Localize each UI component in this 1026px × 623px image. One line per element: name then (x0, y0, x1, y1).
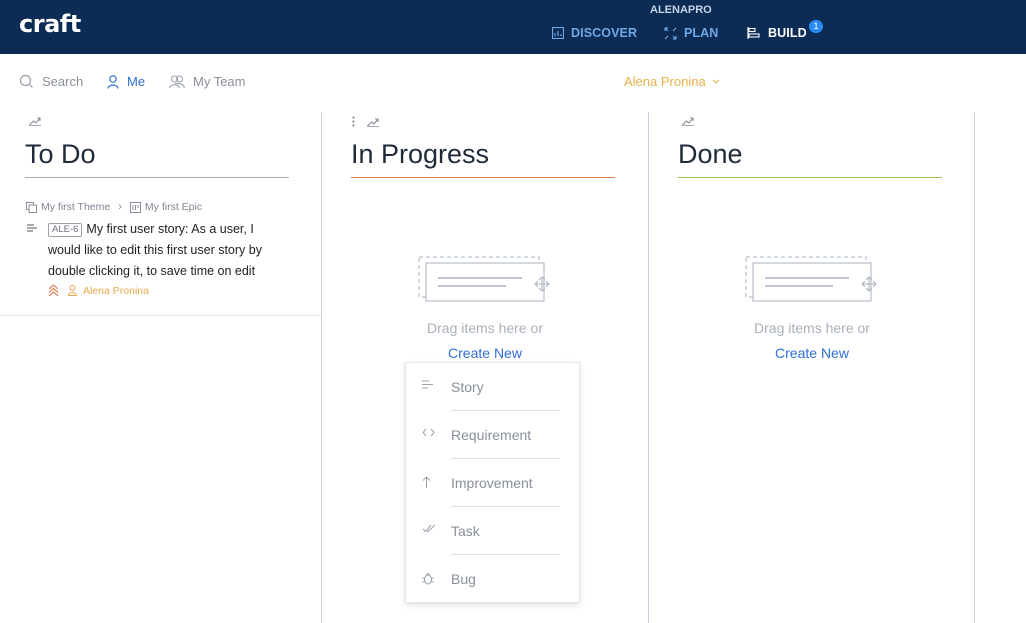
search-icon (19, 74, 33, 88)
story-id-tag: ALE-6 (48, 223, 83, 237)
dropdown-item-task[interactable]: Task (406, 507, 581, 555)
priority-high-icon (48, 284, 59, 296)
epic-icon (129, 201, 141, 213)
chevron-down-icon (712, 79, 720, 84)
story-card[interactable]: ALE-6 My first user story: As a user, I w… (48, 219, 288, 282)
drag-placeholder-icon (418, 256, 550, 302)
craft-logo[interactable]: craft (19, 10, 81, 38)
arrow-up-icon (422, 476, 431, 488)
todo-column-tools (29, 116, 41, 126)
nav-discover[interactable]: DISCOVER (552, 25, 637, 41)
column-divider (321, 112, 322, 623)
dropdown-item-bug[interactable]: Bug (406, 555, 581, 603)
story-type-icon (27, 224, 37, 232)
column-underline-inprogress (351, 177, 615, 178)
column-title-todo[interactable]: To Do (25, 139, 96, 170)
trend-icon[interactable] (29, 116, 41, 126)
team-icon (169, 74, 185, 88)
build-notification-badge: 1 (809, 20, 823, 33)
trend-icon[interactable] (367, 117, 379, 127)
dropdown-item-label: Improvement (451, 475, 533, 491)
dropdown-item-improvement[interactable]: Improvement (406, 459, 581, 507)
drag-placeholder-icon (745, 256, 877, 302)
card-epic-link[interactable]: My first Epic (145, 201, 202, 213)
user-icon (107, 74, 119, 89)
my-team-filter[interactable]: My Team (169, 74, 246, 89)
theme-icon (26, 201, 37, 213)
column-title-done[interactable]: Done (678, 139, 743, 170)
discover-icon (552, 27, 564, 39)
bug-icon (422, 572, 434, 585)
workspace-name[interactable]: ALENAPRO (650, 4, 712, 16)
my-team-label: My Team (193, 74, 246, 89)
drag-hint-text: Drag items here or (427, 320, 543, 336)
filter-bar: Search Me My Team Alena Pronina (0, 54, 1026, 112)
dropdown-item-label: Task (451, 523, 480, 539)
build-icon (747, 27, 760, 39)
column-underline-done (678, 177, 942, 178)
create-new-link[interactable]: Create New (712, 345, 912, 361)
assignee-name[interactable]: Alena Pronina (83, 285, 149, 297)
done-column-tools (682, 116, 694, 126)
plan-icon (664, 26, 677, 40)
dropdown-item-label: Story (451, 379, 484, 395)
column-divider (648, 112, 649, 623)
nav-discover-label: DISCOVER (571, 26, 638, 40)
double-check-icon (422, 524, 436, 533)
nav-plan-label: PLAN (684, 26, 719, 40)
nav-build[interactable]: BUILD (747, 25, 807, 41)
dropdown-item-requirement[interactable]: Requirement (406, 411, 581, 459)
story-icon (422, 380, 433, 389)
user-selector-label: Alena Pronina (624, 74, 706, 89)
create-new-link[interactable]: Create New (385, 345, 585, 361)
nav-build-label: BUILD (768, 26, 807, 40)
search-filter[interactable]: Search (19, 74, 83, 89)
column-title-inprogress[interactable]: In Progress (351, 139, 489, 170)
dropdown-item-label: Requirement (451, 427, 532, 443)
top-navigation-bar: craft ALENAPRO DISCOVER PLAN BUILD 1 (0, 0, 1026, 54)
user-selector[interactable]: Alena Pronina (624, 74, 728, 89)
dropdown-item-label: Bug (451, 571, 476, 587)
more-vertical-icon[interactable] (352, 116, 355, 127)
assignee-icon (68, 285, 77, 296)
card-breadcrumb: My first Theme › My first Epic (26, 201, 202, 213)
code-icon (422, 428, 435, 437)
create-item-dropdown: Story Requirement Improvement Task Bug (405, 362, 580, 603)
inprogress-column-tools (352, 116, 379, 127)
trend-icon[interactable] (682, 116, 694, 126)
search-label: Search (42, 74, 84, 89)
card-separator (0, 315, 322, 316)
card-theme-link[interactable]: My first Theme (41, 201, 110, 213)
drag-hint-text: Drag items here or (754, 320, 870, 336)
nav-plan[interactable]: PLAN (664, 25, 718, 41)
column-divider (974, 112, 975, 623)
dropdown-item-story[interactable]: Story (406, 363, 581, 411)
breadcrumb-chevron-icon: › (118, 201, 122, 213)
me-filter[interactable]: Me (107, 74, 145, 89)
column-underline-todo (25, 177, 289, 178)
me-label: Me (127, 74, 146, 89)
